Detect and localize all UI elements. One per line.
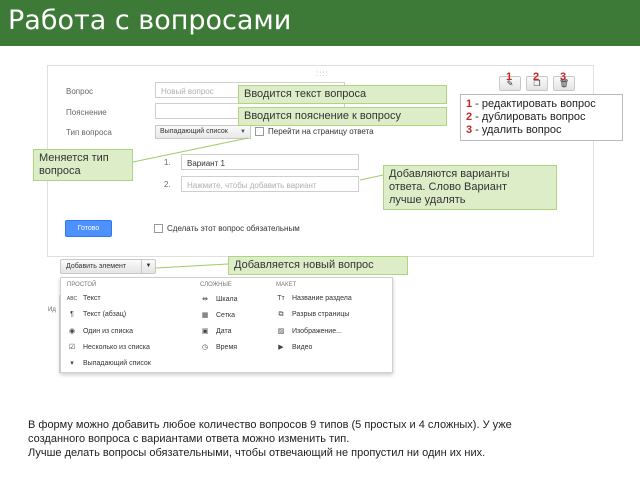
connector-options [359,174,384,181]
caption-line: Лучше делать вопросы обязательными, чтоб… [28,447,486,459]
connector-add [155,263,229,269]
callout-connectors [132,137,384,269]
callout-hint-text: Вводится пояснение к вопросу [238,107,447,126]
callout-line: вопроса [39,165,81,177]
callout-type-change: Меняется тип вопроса [33,149,133,181]
callout-line: Меняется тип [39,152,109,164]
legend-row: 1 - редактировать вопрос [466,98,617,111]
legend-text: - редактировать вопрос [472,98,596,110]
caption-line: В форму можно добавить любое количество … [28,419,512,431]
callout-line: лучше удалять [389,194,466,206]
legend-text: - удалить вопрос [472,124,562,136]
slide-caption: В форму можно добавить любое количество … [28,418,623,460]
callout-line: Добавляются варианты [389,168,510,180]
callout-new-question: Добавляется новый вопрос [228,256,408,275]
legend-text: - дублировать вопрос [472,111,586,123]
callout-question-text: Вводится текст вопроса [238,85,447,104]
callout-options: Добавляются варианты ответа. Слово Вариа… [383,165,557,210]
callout-tools-legend: 1 - редактировать вопрос 2 - дублировать… [460,94,623,141]
callout-line: ответа. Слово Вариант [389,181,507,193]
connector-type [132,137,249,163]
legend-row: 2 - дублировать вопрос [466,111,617,124]
caption-line: созданного вопроса с вариантами ответа м… [28,433,350,445]
legend-row: 3 - удалить вопрос [466,124,617,137]
